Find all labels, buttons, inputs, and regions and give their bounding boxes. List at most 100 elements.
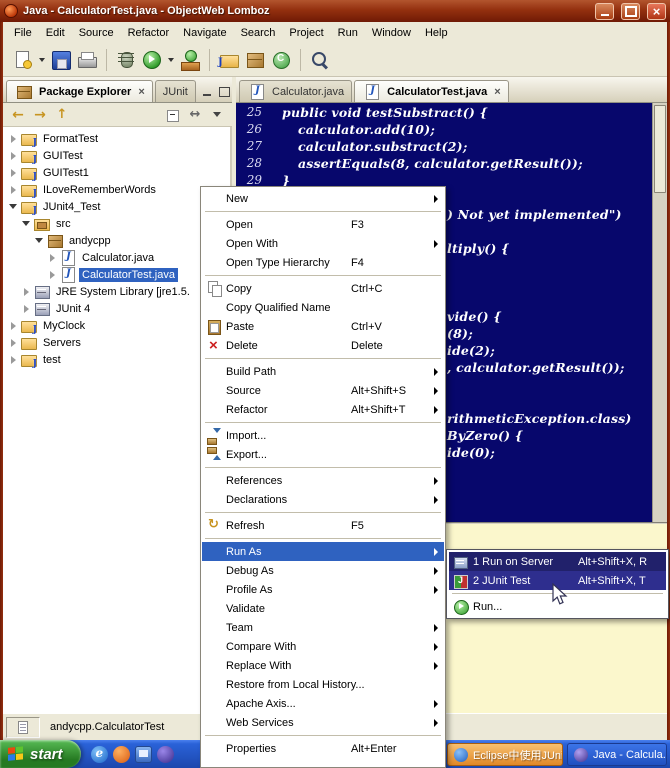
menu-item-copy[interactable]: Copy Ctrl+C <box>202 279 444 298</box>
menu-item-source[interactable]: Source Alt+Shift+S <box>202 381 444 400</box>
expander-collapsed-icon[interactable] <box>46 269 58 281</box>
tree-item-andycpp[interactable]: andycpp <box>3 232 230 249</box>
new-class-icon[interactable] <box>269 48 293 72</box>
menu-item-open-type-hierarchy[interactable]: Open Type Hierarchy F4 <box>202 253 444 272</box>
tab-calculatortest-java[interactable]: CalculatorTest.java <box>354 80 509 102</box>
tree-item-guitest[interactable]: GUITest <box>3 147 230 164</box>
expander-expanded-icon[interactable] <box>20 218 32 230</box>
taskbar-window-browser[interactable]: Eclipse中使用JUnit... <box>447 743 563 766</box>
tree-item-calculatortest-java[interactable]: CalculatorTest.java <box>3 266 230 283</box>
expander-collapsed-icon[interactable] <box>20 303 32 315</box>
menu-item-compare-with[interactable]: Compare With <box>202 637 444 656</box>
tree-item-test[interactable]: test <box>3 351 230 368</box>
new-wizard-dropdown-icon[interactable] <box>37 48 47 72</box>
expander-collapsed-icon[interactable] <box>7 354 19 366</box>
menu-item-validate[interactable]: Validate <box>202 599 444 618</box>
scrollbar-thumb[interactable] <box>654 105 666 193</box>
taskbar-window-eclipse[interactable]: Java - Calcula... <box>567 743 667 766</box>
editor-scrollbar[interactable] <box>652 103 667 522</box>
menu-item-properties[interactable]: Properties Alt+Enter <box>202 739 444 758</box>
expander-expanded-icon[interactable] <box>33 235 45 247</box>
menu-item-refactor[interactable]: Refactor Alt+Shift+T <box>202 400 444 419</box>
submenu-item-run-on-server[interactable]: 1 Run on Server Alt+Shift+X, R <box>449 552 666 571</box>
internet-explorer-icon[interactable] <box>91 746 108 763</box>
expander-collapsed-icon[interactable] <box>7 167 19 179</box>
start-button[interactable]: start <box>0 740 81 768</box>
menu-item-profile-as[interactable]: Profile As <box>202 580 444 599</box>
expander-collapsed-icon[interactable] <box>7 150 19 162</box>
new-wizard-icon[interactable] <box>11 48 35 72</box>
back-icon[interactable] <box>7 105 29 125</box>
menu-item-copy-qualified-name[interactable]: Copy Qualified Name <box>202 298 444 317</box>
tab-package-explorer[interactable]: Package Explorer <box>6 80 153 102</box>
menu-help[interactable]: Help <box>418 24 455 42</box>
expander-expanded-icon[interactable] <box>7 201 19 213</box>
menu-item-references[interactable]: References <box>202 471 444 490</box>
menu-edit[interactable]: Edit <box>39 24 72 42</box>
menu-item-open-with[interactable]: Open With <box>202 234 444 253</box>
menu-item-declarations[interactable]: Declarations <box>202 490 444 509</box>
tree-item-iloverememberwords[interactable]: ILoveRememberWords <box>3 181 230 198</box>
search-icon[interactable] <box>308 48 332 72</box>
expander-collapsed-icon[interactable] <box>7 320 19 332</box>
tree-item-jre-system-library[interactable]: JRE System Library [jre1.5. <box>3 283 230 300</box>
eclipse-icon[interactable] <box>157 746 174 763</box>
close-tab-icon[interactable] <box>494 86 500 98</box>
expander-collapsed-icon[interactable] <box>20 286 32 298</box>
print-icon[interactable] <box>75 48 99 72</box>
menu-window[interactable]: Window <box>365 24 418 42</box>
tree-item-junit-4[interactable]: JUnit 4 <box>3 300 230 317</box>
expander-collapsed-icon[interactable] <box>7 133 19 145</box>
up-icon[interactable] <box>51 105 73 125</box>
menu-file[interactable]: File <box>7 24 39 42</box>
menu-item-delete[interactable]: Delete Delete <box>202 336 444 355</box>
menu-item-apache-axis[interactable]: Apache Axis... <box>202 694 444 713</box>
expander-collapsed-icon[interactable] <box>7 337 19 349</box>
menu-item-run-as[interactable]: Run As <box>202 542 444 561</box>
tree-item-junit4-test[interactable]: JUnit4_Test <box>3 198 230 215</box>
menu-project[interactable]: Project <box>282 24 330 42</box>
forward-icon[interactable] <box>29 105 51 125</box>
menu-source[interactable]: Source <box>72 24 121 42</box>
close-button[interactable] <box>647 3 666 20</box>
menu-item-export[interactable]: Export... <box>202 445 444 464</box>
menu-item-restore-from-local-history[interactable]: Restore from Local History... <box>202 675 444 694</box>
minimize-button[interactable] <box>595 3 614 20</box>
tree-item-calculator-java[interactable]: Calculator.java <box>3 249 230 266</box>
menu-navigate[interactable]: Navigate <box>176 24 233 42</box>
menu-item-team[interactable]: Team <box>202 618 444 637</box>
menu-item-import[interactable]: Import... <box>202 426 444 445</box>
menu-item-web-services[interactable]: Web Services <box>202 713 444 732</box>
expander-collapsed-icon[interactable] <box>7 184 19 196</box>
firefox-icon[interactable] <box>113 746 130 763</box>
menu-item-open[interactable]: Open F3 <box>202 215 444 234</box>
menu-search[interactable]: Search <box>234 24 283 42</box>
new-java-project-icon[interactable] <box>217 48 241 72</box>
view-menu-icon[interactable] <box>206 105 228 125</box>
tree-item-servers[interactable]: Servers <box>3 334 230 351</box>
menu-item-new[interactable]: New <box>202 189 444 208</box>
external-tools-icon[interactable] <box>178 48 202 72</box>
close-view-icon[interactable] <box>138 86 144 98</box>
link-with-editor-icon[interactable] <box>184 105 206 125</box>
show-desktop-icon[interactable] <box>135 746 152 763</box>
menu-refactor[interactable]: Refactor <box>121 24 177 42</box>
tree-item-guitest1[interactable]: GUITest1 <box>3 164 230 181</box>
expander-collapsed-icon[interactable] <box>46 252 58 264</box>
menu-run[interactable]: Run <box>331 24 365 42</box>
tree-item-src[interactable]: src <box>3 215 230 232</box>
tab-junit[interactable]: JUnit <box>155 80 196 102</box>
save-icon[interactable] <box>49 48 73 72</box>
debug-icon[interactable] <box>114 48 138 72</box>
menu-item-refresh[interactable]: Refresh F5 <box>202 516 444 535</box>
menu-item-replace-with[interactable]: Replace With <box>202 656 444 675</box>
maximize-view-icon[interactable] <box>216 85 229 98</box>
tree-item-myclock[interactable]: MyClock <box>3 317 230 334</box>
tab-calculator-java[interactable]: Calculator.java <box>239 80 352 102</box>
restore-button[interactable] <box>621 3 640 20</box>
run-dropdown-icon[interactable] <box>166 48 176 72</box>
tree-item-formattest[interactable]: FormatTest <box>3 130 230 147</box>
menu-item-build-path[interactable]: Build Path <box>202 362 444 381</box>
title-bar[interactable]: Java - CalculatorTest.java - ObjectWeb L… <box>0 0 670 22</box>
run-icon[interactable] <box>140 48 164 72</box>
